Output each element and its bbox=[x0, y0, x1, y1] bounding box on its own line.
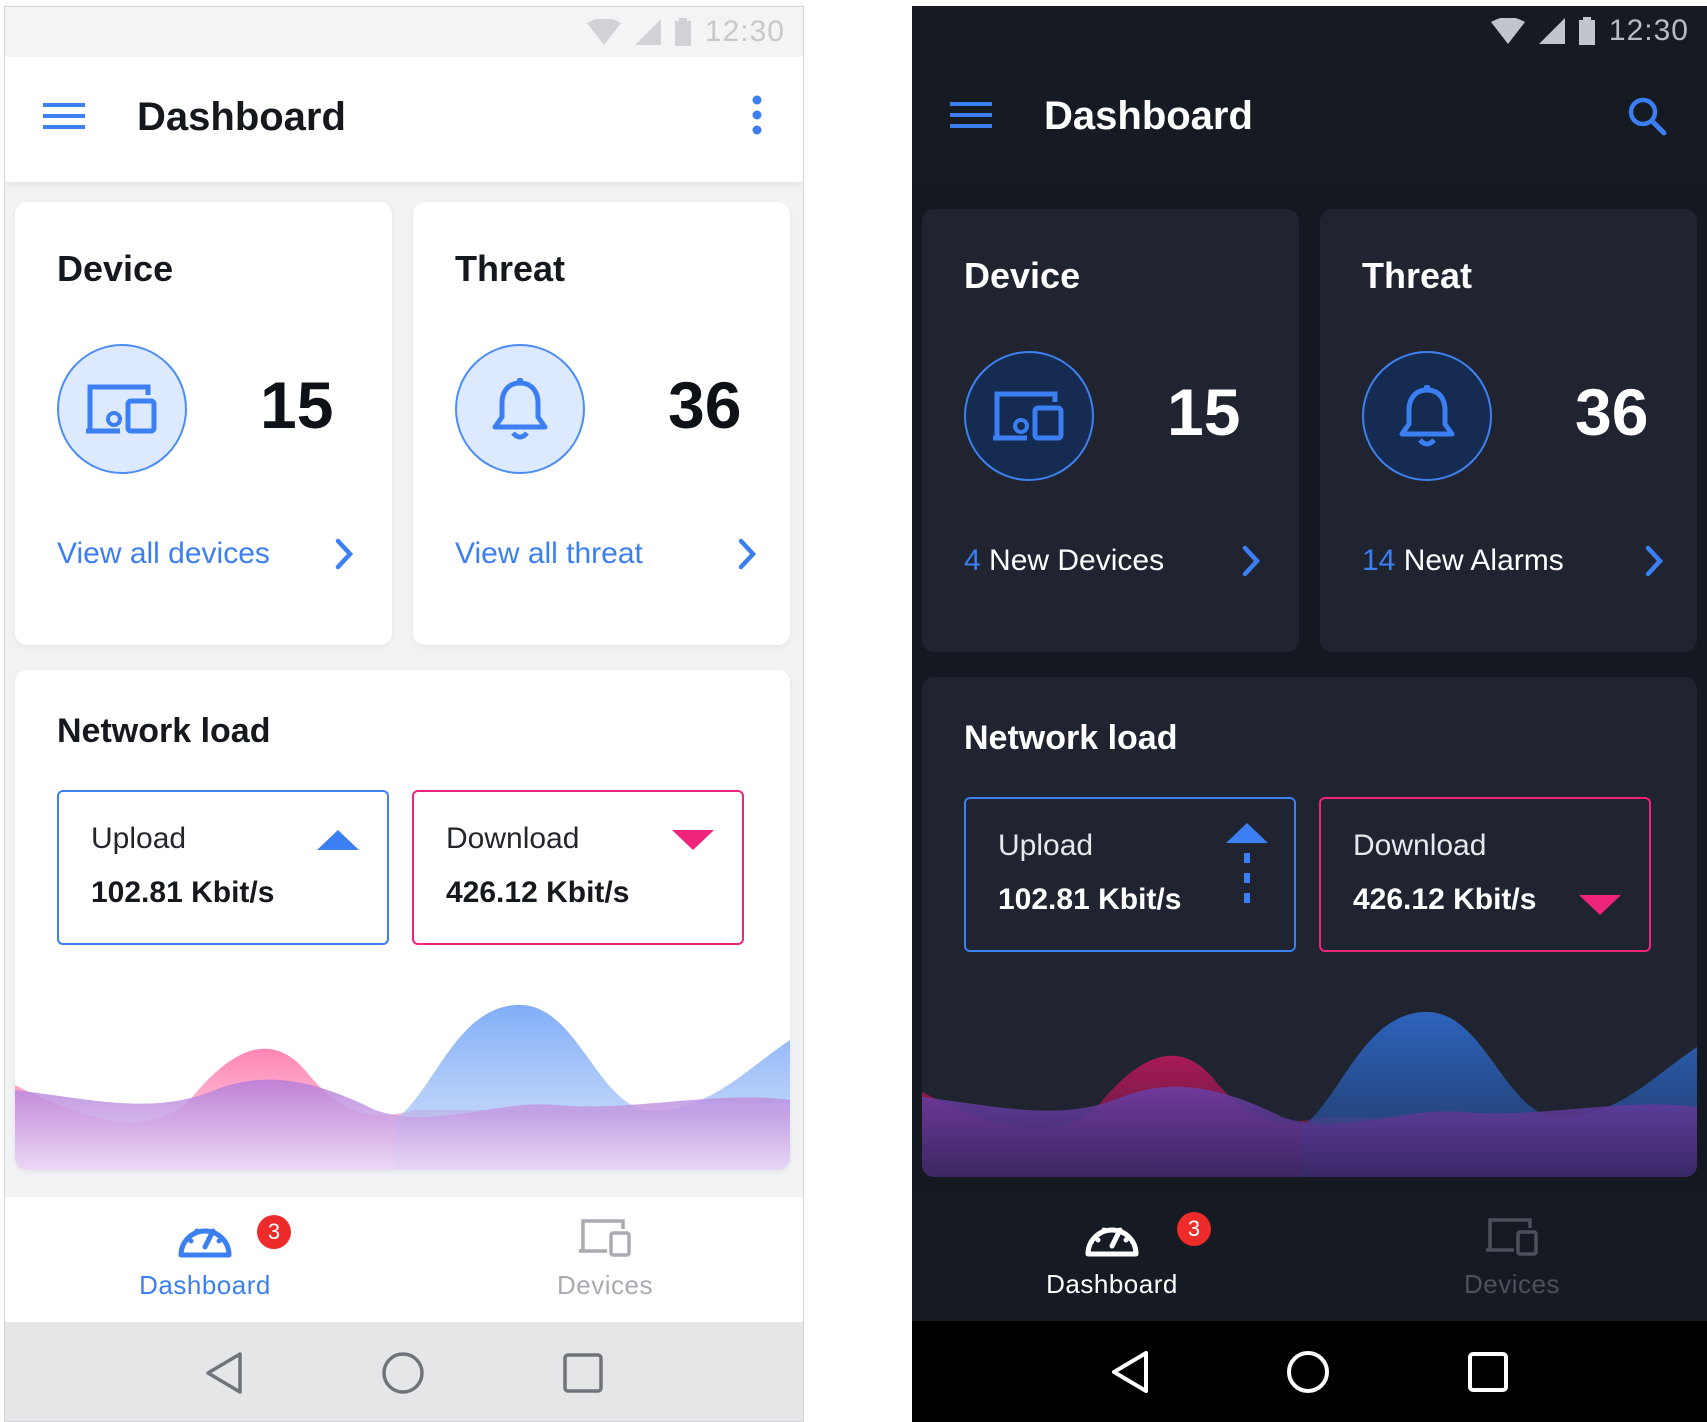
bell-icon bbox=[492, 378, 548, 440]
signal-icon bbox=[634, 19, 661, 45]
network-wave-chart bbox=[15, 1004, 790, 1170]
network-load-card: Network load Upload 102.81 Kbit/s Downlo… bbox=[15, 670, 790, 1170]
back-icon[interactable] bbox=[1110, 1350, 1150, 1394]
status-bar: 12:30 bbox=[912, 6, 1707, 56]
device-card[interactable]: Device 15 View all devices bbox=[15, 202, 392, 645]
upload-label: Upload bbox=[998, 829, 1094, 862]
search-icon[interactable] bbox=[1627, 96, 1667, 136]
download-label: Download bbox=[446, 822, 580, 855]
battery-icon bbox=[1578, 17, 1595, 45]
download-label: Download bbox=[1353, 829, 1487, 862]
device-card-title: Device bbox=[964, 255, 1081, 296]
wifi-icon bbox=[586, 19, 621, 45]
signal-icon bbox=[1538, 18, 1565, 44]
network-load-title: Network load bbox=[57, 712, 271, 750]
more-vert-icon[interactable] bbox=[751, 95, 763, 135]
system-navigation-bar bbox=[5, 1322, 803, 1421]
dashboard-gauge-icon bbox=[178, 1228, 232, 1258]
chevron-right-icon[interactable] bbox=[738, 538, 756, 570]
download-value: 426.12 Kbit/s bbox=[1353, 883, 1537, 916]
devices-icon bbox=[579, 1219, 631, 1257]
upload-value: 102.81 Kbit/s bbox=[998, 883, 1182, 916]
nav-dashboard-label: Dashboard bbox=[139, 1270, 271, 1300]
threat-card[interactable]: Threat 36 View all threat bbox=[413, 202, 790, 645]
download-box: Download 426.12 Kbit/s bbox=[412, 790, 744, 945]
download-value: 426.12 Kbit/s bbox=[446, 876, 630, 909]
upload-box: Upload 102.81 Kbit/s bbox=[57, 790, 389, 945]
view-all-devices-link[interactable]: View all devices bbox=[57, 537, 270, 571]
arrow-up-icon bbox=[317, 830, 359, 850]
network-wave-chart bbox=[922, 1011, 1697, 1177]
dashboard-gauge-icon bbox=[1085, 1227, 1139, 1257]
threat-icon-circle bbox=[455, 344, 585, 474]
nav-devices-label: Devices bbox=[557, 1270, 653, 1300]
upload-box: Upload 102.81 Kbit/s bbox=[964, 797, 1296, 952]
new-alarms-text: New Alarms bbox=[1395, 544, 1564, 577]
devices-icon bbox=[993, 391, 1064, 441]
arrow-up-icon bbox=[1226, 823, 1268, 903]
notification-badge: 3 bbox=[257, 1215, 291, 1249]
nav-dashboard-label: Dashboard bbox=[1046, 1269, 1178, 1299]
new-alarms-count: 14 bbox=[1362, 544, 1396, 577]
recents-icon[interactable] bbox=[1467, 1351, 1509, 1393]
notification-badge: 3 bbox=[1177, 1212, 1211, 1246]
download-box: Download 426.12 Kbit/s bbox=[1319, 797, 1651, 952]
threat-icon-circle bbox=[1362, 351, 1492, 481]
threat-card[interactable]: Threat 36 14 New Alarms bbox=[1320, 209, 1697, 652]
page-title: Dashboard bbox=[1044, 94, 1253, 138]
device-count: 15 bbox=[1167, 375, 1241, 449]
arrow-down-icon bbox=[672, 830, 714, 850]
arrow-down-icon bbox=[1579, 895, 1621, 915]
home-icon[interactable] bbox=[381, 1351, 425, 1395]
home-icon[interactable] bbox=[1286, 1350, 1330, 1394]
status-time: 12:30 bbox=[1608, 14, 1689, 47]
app-bar: Dashboard bbox=[5, 57, 803, 182]
devices-icon bbox=[1486, 1218, 1538, 1256]
chevron-right-icon[interactable] bbox=[1645, 545, 1663, 577]
nav-devices-label: Devices bbox=[1464, 1269, 1560, 1299]
bell-icon bbox=[1399, 385, 1455, 447]
devices-icon bbox=[86, 384, 157, 434]
upload-label: Upload bbox=[91, 822, 187, 855]
recents-icon[interactable] bbox=[562, 1352, 604, 1394]
device-card[interactable]: Device 15 4 New Devices bbox=[922, 209, 1299, 652]
dark-theme-screen: 12:30 Dashboard Device 15 4 New Devices … bbox=[912, 6, 1707, 1422]
app-bar: Dashboard bbox=[912, 56, 1707, 181]
page-title: Dashboard bbox=[137, 95, 346, 139]
network-load-card: Network load Upload 102.81 Kbit/s Downlo… bbox=[922, 677, 1697, 1177]
hamburger-menu-icon[interactable] bbox=[43, 101, 85, 131]
threat-card-title: Threat bbox=[455, 248, 566, 289]
system-navigation-bar bbox=[912, 1321, 1707, 1422]
device-count: 15 bbox=[260, 368, 334, 442]
bottom-navigation: Dashboard 3 Devices bbox=[912, 1196, 1707, 1321]
threat-card-title: Threat bbox=[1362, 255, 1473, 296]
upload-value: 102.81 Kbit/s bbox=[91, 876, 275, 909]
nav-devices[interactable]: Devices bbox=[1412, 1216, 1612, 1300]
chevron-right-icon[interactable] bbox=[335, 538, 353, 570]
chevron-right-icon[interactable] bbox=[1242, 545, 1260, 577]
new-devices-count: 4 bbox=[964, 544, 981, 577]
view-all-threat-link[interactable]: View all threat bbox=[455, 537, 643, 571]
hamburger-menu-icon[interactable] bbox=[950, 100, 992, 130]
threat-count: 36 bbox=[1575, 375, 1649, 449]
nav-devices[interactable]: Devices bbox=[505, 1217, 705, 1301]
battery-icon bbox=[674, 18, 691, 46]
new-devices-text: New Devices bbox=[980, 544, 1165, 577]
new-alarms-link[interactable]: 14 New Alarms bbox=[1362, 544, 1564, 578]
back-icon[interactable] bbox=[204, 1351, 244, 1395]
light-theme-screen: 12:30 Dashboard Device 15 View all devic… bbox=[4, 6, 804, 1422]
status-time: 12:30 bbox=[704, 15, 785, 48]
network-load-title: Network load bbox=[964, 719, 1178, 757]
status-bar: 12:30 bbox=[5, 7, 803, 57]
new-devices-link[interactable]: 4 New Devices bbox=[964, 544, 1164, 578]
device-icon-circle bbox=[57, 344, 187, 474]
device-icon-circle bbox=[964, 351, 1094, 481]
threat-count: 36 bbox=[668, 368, 742, 442]
wifi-icon bbox=[1490, 18, 1525, 44]
device-card-title: Device bbox=[57, 248, 174, 289]
bottom-navigation: Dashboard 3 Devices bbox=[5, 1197, 803, 1322]
